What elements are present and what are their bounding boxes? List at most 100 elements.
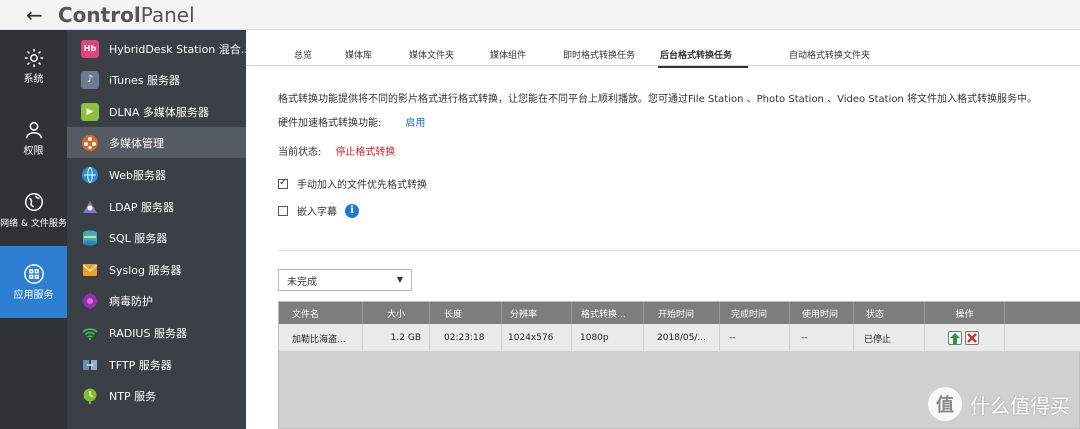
subtitle-option-label: 嵌入字幕 [297,207,337,218]
watermark: 值 什么值得买 [928,387,1070,421]
sidebar-item-sql[interactable]: SQL 服务器 [67,222,246,253]
category-label: 系统 [23,73,44,85]
watermark-logo: 值 [928,387,962,421]
cell-length: 02:23:18 [430,324,502,352]
col-filename[interactable]: 文件名 [279,302,363,324]
category-label: 网络 & 文件服务 [0,218,67,229]
sidebar-item-label: RADIUS 服务器 [109,326,187,340]
globe-icon [24,192,43,211]
cell-start-time: 2018/05/... [644,324,720,352]
col-transcode[interactable]: 格式转换... [572,302,644,324]
sidebar-item-hybriddesk[interactable]: Hb HybridDesk Station 混合... [67,33,246,64]
sidebar-item-tftp[interactable]: TFTP 服务器 [67,349,246,380]
col-actions: 操作 [925,302,1005,324]
sidebar-item-label: NTP 服务 [109,389,157,403]
col-finish-time[interactable]: 完成时间 [720,302,790,324]
user-icon [25,121,42,138]
category-system[interactable]: 系统 [0,30,67,102]
arrow-up-icon [949,332,960,344]
dropdown-arrow-icon: ▼ [396,275,403,284]
ntp-icon [81,387,99,405]
cell-finish-time: -- [720,324,790,352]
sidebar-item-media-management[interactable]: 多媒体管理 [67,127,246,158]
gear-icon [24,48,43,67]
subtitle-checkbox[interactable] [278,205,288,216]
status-row: 当前状态: 停止格式转换 [278,143,395,158]
tab-media-library[interactable]: 媒体库 [345,48,372,61]
sidebar-item-ldap[interactable]: LDAP 服务器 [67,191,246,222]
category-app-services[interactable]: 应用服务 [0,246,67,318]
hybriddesk-icon: Hb [81,39,99,58]
cell-resolution: 1024x576 [502,324,572,352]
col-resolution[interactable]: 分辨率 [502,302,572,324]
watermark-text: 什么值得买 [970,393,1070,418]
sql-icon [81,229,99,247]
category-network-file[interactable]: 网络 & 文件服务 [0,174,67,246]
table-row[interactable]: 加勒比海盗... 1.2 GB 02:23:18 1024x576 1080p … [279,324,1080,352]
sidebar-item-label: 病毒防护 [109,294,153,308]
syslog-icon [81,261,99,279]
status-label: 当前状态: [278,147,322,158]
sidebar-item-web[interactable]: Web服务器 [67,159,246,190]
tab-bar: 总览 媒体库 媒体文件夹 媒体组件 即时格式转换任务 后台格式转换任务 自动格式… [246,44,1080,68]
tab-background-transcode[interactable]: 后台格式转换任务 [658,48,749,68]
col-elapsed[interactable]: 使用时间 [790,302,854,324]
category-label: 权限 [23,145,44,157]
cell-actions [925,324,1005,352]
option-priority-row[interactable]: 手动加入的文件优先格式转换 [278,176,427,191]
sidebar-item-itunes[interactable]: ♪ iTunes 服务器 [67,64,246,95]
sidebar-item-label: LDAP 服务器 [109,200,175,214]
col-length[interactable]: 长度 [430,302,502,324]
tab-media-components[interactable]: 媒体组件 [490,48,526,61]
web-icon [81,166,99,184]
priority-option-label: 手动加入的文件优先格式转换 [297,180,427,191]
sidebar-item-label: 多媒体管理 [109,136,164,150]
back-arrow-icon[interactable]: ← [26,5,50,25]
hw-accel-value[interactable]: 启用 [405,114,425,129]
sidebar-item-dlna[interactable]: ▶ DLNA 多媒体服务器 [67,96,246,127]
status-filter-select[interactable]: 未完成 ▼ [278,269,412,291]
cell-filename: 加勒比海盗... [279,324,363,352]
antivirus-icon [81,292,99,310]
priority-checkbox[interactable] [278,177,288,189]
cell-size: 1.2 GB [363,324,430,352]
option-subtitle-row[interactable]: 嵌入字幕 i [278,203,359,218]
sidebar-item-antivirus[interactable]: 病毒防护 [67,285,246,316]
status-value: 停止格式转换 [335,147,396,158]
category-column: 系统 权限 网络 & 文件服务 应用服务 [0,30,67,429]
dlna-icon: ▶ [81,102,99,121]
tab-media-folders[interactable]: 媒体文件夹 [409,48,454,61]
sidebar-item-radius[interactable]: RADIUS 服务器 [67,317,246,348]
tab-auto-transcode-folder[interactable]: 自动格式转换文件夹 [789,48,870,61]
radius-icon [81,324,99,342]
sidebar-item-label: Web服务器 [109,168,166,182]
sidebar-item-label: TFTP 服务器 [109,358,172,372]
main-content: 总览 媒体库 媒体文件夹 媒体组件 即时格式转换任务 后台格式转换任务 自动格式… [246,30,1080,429]
hw-accel-row: 硬件加速格式转换功能: 启用 [278,114,425,129]
cell-status: 已停止 [854,324,925,352]
itunes-icon: ♪ [81,70,99,89]
cell-elapsed: -- [790,324,854,352]
col-start-time[interactable]: 开始时间 [644,302,720,324]
move-up-button[interactable] [947,331,962,345]
apps-icon [23,263,44,284]
col-status[interactable]: 状态 [854,302,925,324]
app-title: ControlPanel [58,2,195,27]
tab-overview[interactable]: 总览 [294,48,312,61]
tftp-icon [81,356,99,374]
sidebar-item-ntp[interactable]: NTP 服务 [67,380,246,411]
tab-instant-transcode[interactable]: 即时格式转换任务 [563,48,635,61]
ldap-icon [81,198,99,216]
hw-accel-label: 硬件加速格式转换功能: [278,118,382,129]
sidebar-item-label: iTunes 服务器 [109,73,181,87]
sidebar-item-label: SQL 服务器 [109,231,168,245]
info-icon[interactable]: i [345,203,359,218]
sidebar: Hb HybridDesk Station 混合... ♪ iTunes 服务器… [67,30,246,429]
close-icon [966,333,977,343]
sidebar-item-syslog[interactable]: Syslog 服务器 [67,254,246,285]
category-permissions[interactable]: 权限 [0,102,67,174]
col-size[interactable]: 大小 [363,302,430,324]
title-bar: ← ControlPanel [0,0,1080,30]
delete-button[interactable] [964,331,979,345]
category-label: 应用服务 [13,289,54,301]
